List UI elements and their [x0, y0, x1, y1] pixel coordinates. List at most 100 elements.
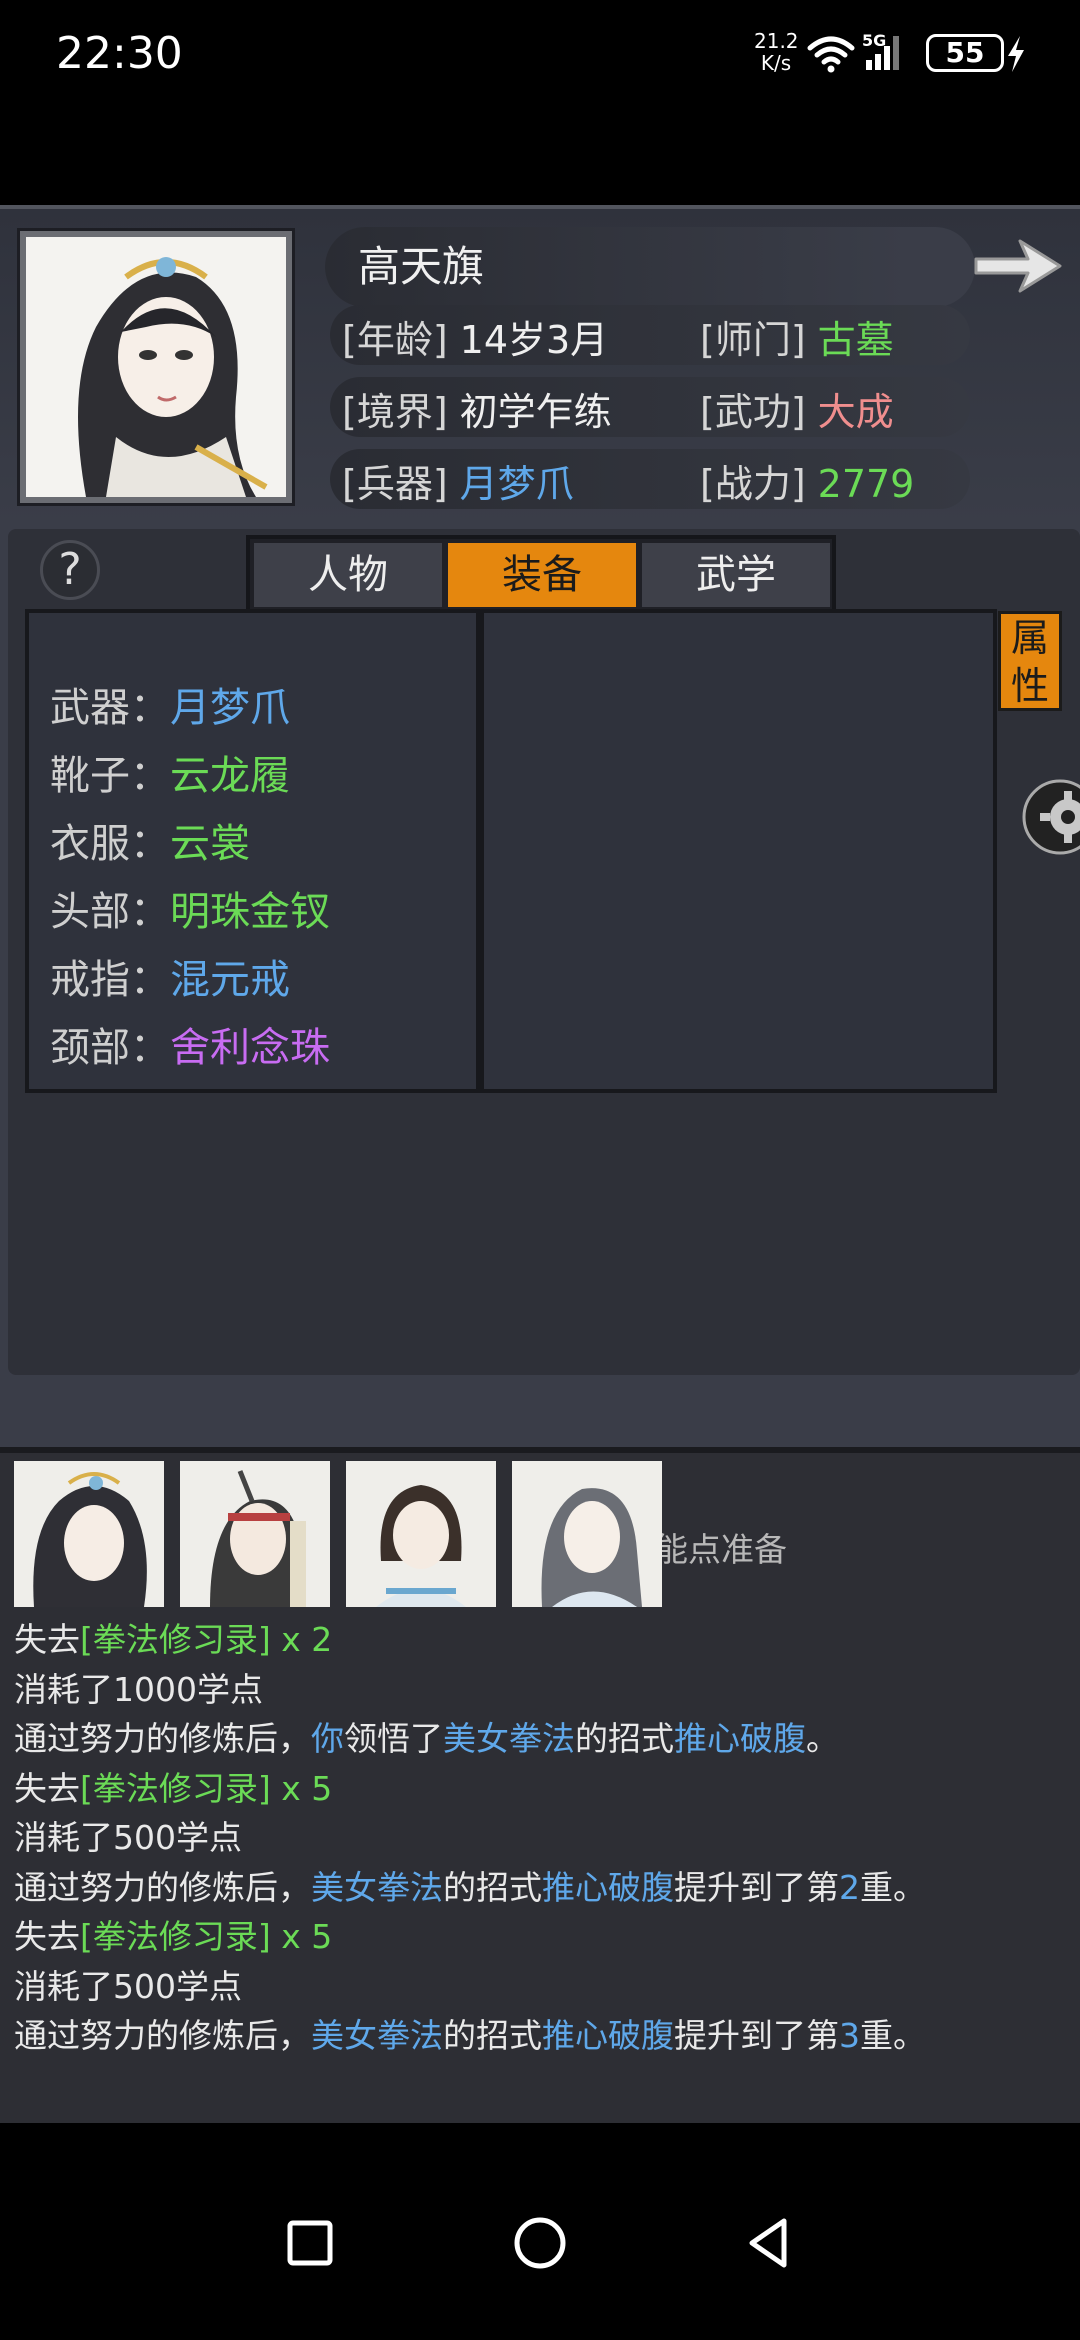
log-partial-text: 能点准备	[655, 1530, 787, 1569]
log-segment: 通过努力的修炼后，	[14, 2016, 311, 2055]
status-bar: 22:30 21.2 K/s 5G 55	[0, 0, 1080, 110]
log-segment: 推心破腹	[674, 1719, 806, 1758]
log-segment: 3	[839, 2016, 860, 2055]
tab-attributes[interactable]: 属 性	[998, 611, 1062, 711]
equip-slot-label: 戒指：	[50, 957, 170, 1003]
log-segment: 的招式	[443, 1867, 542, 1907]
party-member-3-image	[346, 1461, 496, 1607]
log-line: 通过努力的修炼后，美女拳法的招式推心破腹提升到了第2重。	[14, 1863, 1074, 1913]
log-segment: 推心破腹	[542, 1867, 674, 1907]
tab-equipment[interactable]: 装备	[448, 543, 636, 607]
log-line: 消耗了500学点	[14, 1962, 1074, 2012]
clock: 22:30	[56, 28, 183, 79]
log-segment: [拳法修习录] x 5	[80, 1768, 333, 1808]
martial-row: [武功] 大成	[700, 381, 894, 436]
log-line: 消耗了1000学点	[14, 1665, 1074, 1715]
log-lines: 失去[拳法修习录] x 2 消耗了1000学点 通过努力的修炼后，你领悟了美女拳法的…	[14, 1615, 1074, 2061]
navigation-bar	[0, 2123, 1080, 2340]
back-button[interactable]	[740, 2213, 800, 2273]
log-segment: 消耗了500学点	[14, 1966, 242, 2006]
party-member-3-avatar[interactable]	[346, 1461, 496, 1607]
equip-item: 月梦爪	[170, 685, 290, 731]
party-member-1-avatar[interactable]	[14, 1461, 164, 1607]
log-segment: 失去	[14, 1917, 80, 1956]
message-log[interactable]: 能点准备 失去[拳法修习录] x 2 消耗了1000学点 通过努力的修炼后，你领…	[0, 1447, 1080, 2123]
settings-gear-icon[interactable]	[1020, 777, 1080, 857]
character-name: 高天旗	[358, 242, 485, 291]
realm-row: [境界] 初学乍练	[342, 381, 612, 436]
party-member-4-avatar[interactable]	[512, 1461, 662, 1607]
net-speed: 21.2 K/s	[754, 30, 799, 75]
net-speed-unit: K/s	[760, 51, 792, 75]
log-line: 通过努力的修炼后，美女拳法的招式推心破腹提升到了第3重。	[14, 2011, 1074, 2061]
equip-item: 明珠金钗	[170, 889, 330, 935]
log-segment: 通过努力的修炼后，	[14, 1867, 311, 1907]
equip-slot-weapon[interactable]: 武器：月梦爪	[50, 675, 290, 733]
age-label: [年龄]	[342, 318, 448, 362]
school-value: 古墓	[817, 318, 894, 362]
equip-slot-boots[interactable]: 靴子：云龙履	[50, 743, 290, 801]
log-segment: 的招式	[443, 2016, 542, 2055]
log-segment: 提升到了第	[674, 2016, 839, 2055]
tab-character[interactable]: 人物	[254, 543, 442, 607]
equip-slot-label: 武器：	[50, 685, 170, 731]
weapon-row: [兵器] 月梦爪	[342, 453, 574, 508]
weapon-value: 月梦爪	[459, 462, 574, 506]
wifi-icon	[807, 36, 855, 73]
log-segment: 你	[311, 1719, 344, 1758]
log-segment: 失去	[14, 1620, 80, 1659]
home-button[interactable]	[510, 2213, 570, 2273]
equip-slot-head[interactable]: 头部：明珠金钗	[50, 879, 330, 937]
log-segment: 重。	[860, 1867, 926, 1907]
log-line: 失去[拳法修习录] x 5	[14, 1912, 1074, 1962]
equip-item: 云龙履	[170, 753, 290, 799]
weapon-label: [兵器]	[342, 462, 448, 506]
log-segment: 领悟了	[344, 1719, 443, 1758]
tab-attributes-line1: 属	[1010, 616, 1049, 660]
log-segment: 美女拳法	[311, 2016, 443, 2055]
equip-slot-label: 颈部：	[50, 1025, 170, 1071]
equip-slot-neck[interactable]: 颈部：舍利念珠	[50, 1015, 330, 1073]
equip-slot-label: 头部：	[50, 889, 170, 935]
attribute-area	[480, 609, 997, 1093]
log-segment: 通过努力的修炼后，	[14, 1719, 311, 1758]
party-member-4-image	[512, 1461, 662, 1607]
age-value: 14岁3月	[459, 318, 609, 362]
signal-type-label: 5G	[862, 32, 886, 50]
log-segment: 美女拳法	[311, 1867, 443, 1907]
log-segment: [拳法修习录] x 5	[80, 1917, 333, 1956]
battery-icon: 55	[926, 34, 1004, 72]
next-arrow-icon[interactable]	[970, 231, 1066, 301]
game-screen: 高天旗 [年龄] 14岁3月 [境界] 初学乍练 [兵器] 月梦爪 [师门] 古墓 [武…	[0, 205, 1080, 2123]
realm-label: [境界]	[342, 390, 448, 434]
log-segment: 。	[806, 1719, 839, 1758]
recent-apps-button[interactable]	[280, 2213, 340, 2273]
party-member-2-avatar[interactable]	[180, 1461, 330, 1607]
equip-item: 云裳	[170, 821, 250, 867]
help-button[interactable]: ?	[40, 540, 100, 600]
realm-value: 初学乍练	[459, 390, 612, 434]
equip-slot-ring[interactable]: 戒指：混元戒	[50, 947, 290, 1005]
equip-slot-label: 衣服：	[50, 821, 170, 867]
log-segment: 美女拳法	[443, 1719, 575, 1758]
log-segment: 消耗了1000学点	[14, 1669, 263, 1709]
equip-item: 混元戒	[170, 957, 290, 1003]
equip-item: 舍利念珠	[170, 1025, 330, 1071]
log-segment: 重。	[860, 2016, 926, 2055]
charging-icon	[1008, 36, 1024, 72]
character-header: 高天旗 [年龄] 14岁3月 [境界] 初学乍练 [兵器] 月梦爪 [师门] 古墓 [武…	[0, 205, 1080, 525]
log-segment: 2	[839, 1867, 860, 1907]
martial-value: 大成	[817, 390, 894, 434]
character-portrait[interactable]	[20, 231, 292, 503]
tab-bar: 人物 装备 武学	[246, 535, 836, 613]
school-label: [师门]	[700, 318, 806, 362]
equip-slot-clothes[interactable]: 衣服：云裳	[50, 811, 250, 869]
log-line: 失去[拳法修习录] x 5	[14, 1764, 1074, 1814]
power-row: [战力] 2779	[700, 453, 914, 508]
signal-icon: 5G	[862, 32, 899, 70]
school-row: [师门] 古墓	[700, 309, 894, 364]
tab-martial-arts[interactable]: 武学	[642, 543, 830, 607]
log-line: 失去[拳法修习录] x 2	[14, 1615, 1074, 1665]
party-member-2-image	[180, 1461, 330, 1607]
power-label: [战力]	[700, 462, 806, 506]
